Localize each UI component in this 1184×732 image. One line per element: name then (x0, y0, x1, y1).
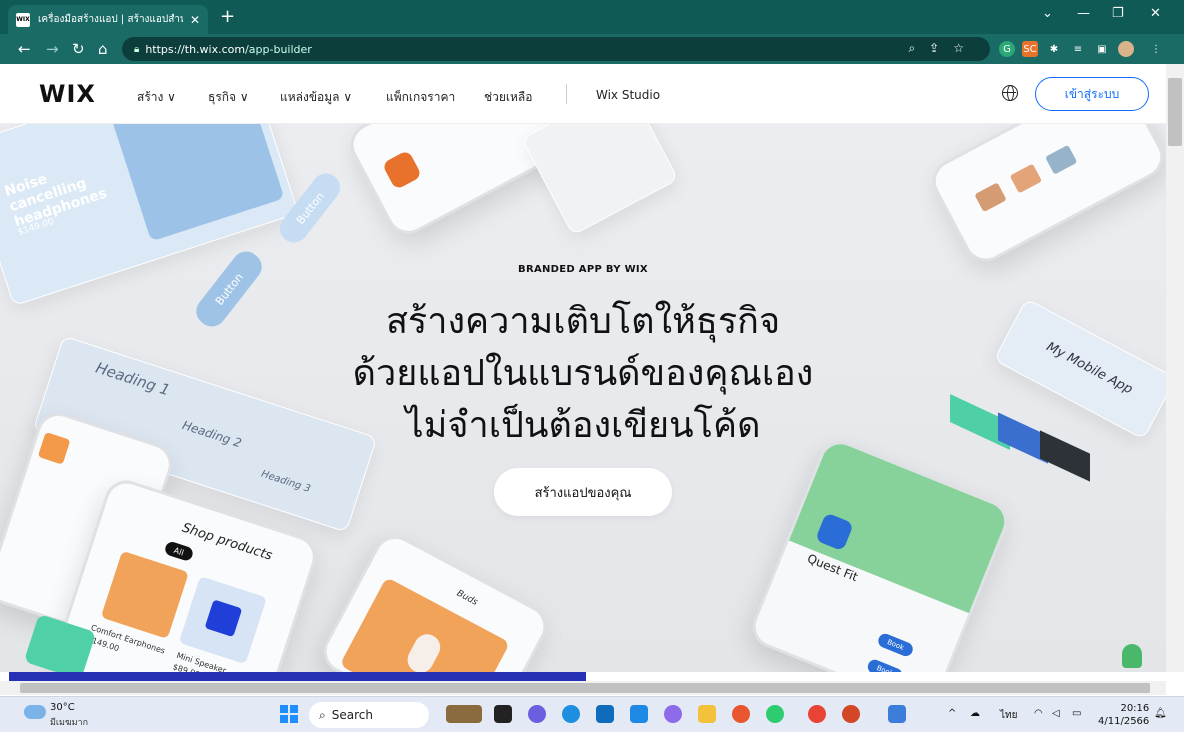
search-icon: ⌕ (319, 707, 326, 722)
chrome-icon[interactable] (808, 705, 826, 723)
minimize-icon[interactable]: — (1077, 6, 1090, 21)
browser-tabbar: WIX เครื่องมือสร้างแอป | สร้างแอปสำหรับ … (0, 0, 1184, 34)
book-chip-2: Book (865, 657, 905, 672)
nav-create[interactable]: สร้าง ∨ (137, 88, 176, 107)
weather-temperature[interactable]: 30°C (50, 702, 75, 713)
book-chip-1: Book (876, 631, 915, 659)
restore-icon[interactable]: ❐ (1112, 6, 1124, 21)
buds-title: Buds (454, 588, 480, 608)
tab-search-icon[interactable]: ⌄ (1042, 6, 1053, 21)
headphones-image (108, 124, 285, 242)
nav-help[interactable]: ช่วยเหลือ (484, 88, 533, 107)
nav-business[interactable]: ธุรกิจ ∨ (208, 88, 249, 107)
edge-icon[interactable] (562, 705, 580, 723)
shop-tab-all: All (163, 540, 195, 563)
mail-icon[interactable] (596, 705, 614, 723)
input-language[interactable]: ไทย (1000, 708, 1017, 723)
notepad-icon[interactable] (888, 705, 906, 723)
extensions-icon[interactable]: ✱ (1046, 41, 1062, 57)
speaker-product-image (178, 576, 267, 665)
address-bar[interactable]: 🔒︎ https://th.wix.com/app-builder ⌕⇪☆ (122, 37, 990, 61)
browser-toolbar: ← → ↻ ⌂ 🔒︎ https://th.wix.com/app-builde… (0, 34, 1184, 64)
powerpoint-icon[interactable] (842, 705, 860, 723)
quest-fit-phone: Quest Fit Book Book (746, 434, 1014, 672)
url-text: https://th.wix.com/app-builder (145, 42, 312, 56)
hero-title-line-1: สร้างความเติบโตให้ธุรกิจ (385, 301, 781, 342)
buds-product-image (339, 576, 511, 672)
clock-time: 20:16 (1120, 703, 1150, 714)
omnibox-actions: ⌕⇪☆ (908, 41, 978, 55)
app-circle-icon[interactable] (732, 705, 750, 723)
nav-pricing[interactable]: แพ็กเกจราคา (386, 88, 455, 107)
shop-title: Shop products (180, 520, 275, 564)
nav-resources[interactable]: แหล่งข้อมูล ∨ (280, 88, 352, 107)
tab-title: เครื่องมือสร้างแอป | สร้างแอปสำหรับ (38, 14, 183, 25)
volume-icon[interactable]: ◁ (1052, 708, 1060, 719)
cloud-icon[interactable] (24, 705, 46, 719)
menu-icon[interactable]: ⋮ (1148, 41, 1164, 57)
reload-icon[interactable]: ↻ (72, 40, 85, 58)
heading-3-label: Heading 3 (259, 468, 312, 495)
clock-date: 4/11/2566 (1098, 716, 1150, 727)
phone-mockup-top-2 (521, 124, 679, 236)
profile-avatar[interactable] (1118, 41, 1134, 57)
task-view-icon[interactable] (494, 705, 512, 723)
store-icon[interactable] (630, 705, 648, 723)
thumb-3 (1045, 144, 1078, 175)
lock-icon: 🔒︎ (134, 43, 140, 55)
wix-favicon-icon: WIX (16, 12, 30, 27)
horizontal-scroll-thumb[interactable] (20, 683, 1150, 693)
tab-close-icon[interactable]: ✕ (190, 13, 200, 27)
cloud-sync-icon[interactable]: ☁ (970, 708, 980, 719)
weather-description[interactable]: มีเมฆมาก (50, 715, 88, 729)
loading-progress-bar (9, 672, 586, 681)
home-icon[interactable]: ⌂ (98, 40, 108, 58)
phone-mockup-top-right (925, 124, 1166, 270)
noise-title: Noise cancelling headphones (2, 171, 109, 231)
hero-section: Noise cancelling headphones $149.00 Butt… (0, 124, 1166, 672)
site-header: WIX สร้าง ∨ ธุรกิจ ∨ แหล่งข้อมูล ∨ แพ็กเ… (0, 64, 1166, 124)
login-button[interactable]: เข้าสู่ระบบ (1035, 77, 1149, 111)
wifi-icon[interactable]: ◠ (1034, 708, 1043, 719)
file-explorer-icon[interactable] (698, 705, 716, 723)
chat-widget-icon[interactable] (1122, 644, 1142, 668)
teams-icon[interactable] (528, 705, 546, 723)
nav-divider (566, 84, 567, 104)
taskbar-search[interactable]: ⌕ Search (309, 702, 429, 728)
hero-title-line-3: ไม่จำเป็นต้องเขียนโค้ด (405, 405, 761, 446)
close-window-icon[interactable]: ✕ (1150, 6, 1161, 21)
copilot-icon[interactable] (664, 705, 682, 723)
side-panel-icon[interactable]: ▣ (1094, 41, 1110, 57)
reading-list-icon[interactable]: ≡ (1070, 41, 1086, 57)
forward-icon[interactable]: → (46, 40, 59, 58)
tray-expand-icon[interactable]: ^ (948, 708, 956, 719)
line-icon[interactable] (766, 705, 784, 723)
battery-icon[interactable]: ▭ (1072, 708, 1081, 719)
thumb-1 (974, 182, 1007, 213)
start-icon[interactable] (280, 705, 298, 723)
earphone-product-image (100, 550, 189, 639)
search-label: Search (331, 708, 373, 722)
sc-extension-icon[interactable]: SC (1022, 41, 1038, 57)
hero-title-line-2: ด้วยแอปในแบรนด์ของคุณเอง (352, 353, 814, 394)
create-app-button[interactable]: สร้างแอปของคุณ (494, 468, 672, 516)
thumb-2 (1009, 163, 1043, 194)
bull-app-icon[interactable] (446, 705, 482, 723)
buds-phone: Buds (315, 528, 555, 672)
new-tab-icon[interactable]: + (220, 6, 235, 27)
nav-wix-studio[interactable]: Wix Studio (596, 88, 660, 102)
globe-icon[interactable] (1002, 85, 1018, 101)
browser-tab[interactable]: WIX เครื่องมือสร้างแอป | สร้างแอปสำหรับ … (8, 5, 208, 34)
wix-logo[interactable]: WIX (39, 80, 96, 108)
app-logo-icon (381, 149, 423, 191)
notification-icon[interactable]: 🔔︎ (1154, 708, 1167, 719)
vertical-scrollbar[interactable] (1166, 64, 1184, 672)
back-icon[interactable]: ← (18, 40, 31, 58)
hero-eyebrow: BRANDED APP BY WIX (518, 264, 648, 275)
grammarly-extension-icon[interactable]: G (999, 41, 1015, 57)
clock[interactable]: 20:16 4/11/2566 (1098, 702, 1149, 728)
windows-taskbar: 30°C มีเมฆมาก ⌕ Search ^ ☁ ไทย ◠ ◁ ▭ 20:… (0, 696, 1184, 732)
screen: WIX เครื่องมือสร้างแอป | สร้างแอปสำหรับ … (0, 0, 1184, 732)
vertical-scroll-thumb[interactable] (1168, 78, 1182, 146)
